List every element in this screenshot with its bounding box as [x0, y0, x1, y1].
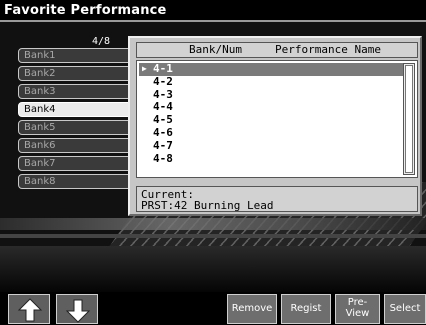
list-scrollbar[interactable] [403, 63, 415, 175]
item-num: 4-7 [153, 138, 173, 152]
item-num: 4-3 [153, 87, 173, 101]
header-bank-num: Bank/Num [189, 43, 242, 56]
item-num: 4-6 [153, 125, 173, 139]
header-performance-name: Performance Name [275, 43, 381, 56]
item-num: 4-8 [153, 151, 173, 165]
bank-tab-2[interactable]: Bank2 [18, 66, 130, 81]
list-item[interactable]: 4-5 [139, 113, 403, 127]
list-item[interactable]: 4-2 [139, 74, 403, 89]
bank-tab-5[interactable]: Bank5 [18, 120, 130, 135]
select-button[interactable]: Select [384, 294, 426, 324]
item-num: 4-2 [153, 74, 173, 88]
bottom-button-bar: Remove Regist Pre- View Select [0, 292, 426, 325]
item-num: 4-5 [153, 113, 173, 127]
bank-page-indicator: 4/8 [92, 36, 111, 47]
list-item[interactable]: 4-6 [139, 125, 403, 140]
down-button[interactable] [56, 294, 98, 324]
bank-tab-3[interactable]: Bank3 [18, 84, 130, 99]
performance-list[interactable]: ▶ 4-1 4-2 4-3 4-4 4-5 4-6 4-7 4-8 [136, 60, 418, 178]
bank-list: Bank1 Bank2 Bank3 Bank4 Bank5 Bank6 Bank… [18, 48, 130, 192]
item-num: 4-1 [153, 62, 173, 75]
page-title: Favorite Performance [4, 3, 167, 18]
bank-tab-6[interactable]: Bank6 [18, 138, 130, 153]
bank-tab-1[interactable]: Bank1 [18, 48, 130, 63]
up-button[interactable] [8, 294, 50, 324]
bank-tab-8[interactable]: Bank8 [18, 174, 130, 189]
down-arrow-icon [65, 299, 91, 323]
bank-tab-4[interactable]: Bank4 [18, 102, 130, 117]
scrollbar-thumb[interactable] [405, 65, 413, 173]
up-arrow-icon [17, 298, 43, 322]
cursor-arrow-icon: ▶ [142, 64, 147, 73]
preview-button[interactable]: Pre- View [335, 294, 380, 324]
performance-dialog: Bank/Num Performance Name ▶ 4-1 4-2 4-3 … [128, 36, 422, 216]
list-item[interactable]: 4-7 [139, 138, 403, 153]
list-header: Bank/Num Performance Name [136, 42, 418, 58]
list-item[interactable]: 4-8 [139, 151, 403, 166]
current-value: PRST:42 Burning Lead [141, 199, 274, 212]
regist-button[interactable]: Regist [281, 294, 331, 324]
list-item[interactable]: 4-3 [139, 87, 403, 102]
title-bar: Favorite Performance [0, 0, 426, 22]
remove-button[interactable]: Remove [227, 294, 277, 324]
bank-tab-7[interactable]: Bank7 [18, 156, 130, 171]
current-performance: Current: PRST:42 Burning Lead [136, 186, 418, 212]
list-item[interactable]: ▶ 4-1 [139, 62, 403, 76]
list-item[interactable]: 4-4 [139, 100, 403, 114]
item-num: 4-4 [153, 100, 173, 114]
